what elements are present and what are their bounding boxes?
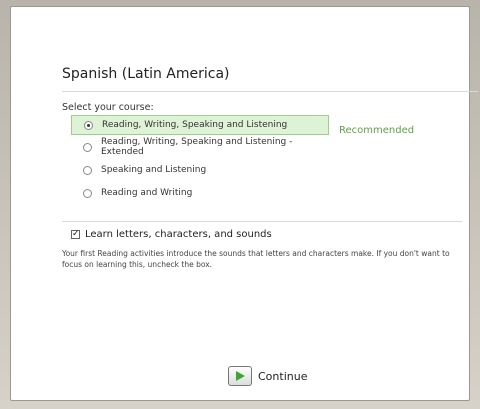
play-icon[interactable] bbox=[228, 366, 252, 386]
learn-sounds-description: Your first Reading activities introduce … bbox=[62, 249, 450, 269]
radio-icon[interactable] bbox=[83, 142, 92, 152]
radio-icon[interactable] bbox=[83, 165, 92, 175]
continue-label: Continue bbox=[258, 369, 308, 383]
select-course-label: Select your course: bbox=[62, 102, 154, 113]
page-title: Spanish (Latin America) bbox=[62, 66, 230, 82]
course-option-label: Reading, Writing, Speaking and Listening… bbox=[101, 137, 293, 157]
checkmark-icon[interactable]: ✓ bbox=[71, 230, 80, 239]
continue-button[interactable]: Continue bbox=[228, 366, 307, 386]
course-option-rwsl[interactable]: Reading, Writing, Speaking and Listening bbox=[71, 115, 329, 135]
learn-sounds-label: Learn letters, characters, and sounds bbox=[85, 229, 272, 240]
title-divider bbox=[62, 91, 478, 92]
radio-selected-icon[interactable] bbox=[84, 120, 93, 130]
course-panel: Spanish (Latin America) Select your cour… bbox=[10, 6, 478, 401]
course-option-reading-writing[interactable]: Reading and Writing bbox=[71, 183, 329, 203]
course-option-label: Reading, Writing, Speaking and Listening bbox=[102, 120, 288, 130]
course-option-speaking-listening[interactable]: Speaking and Listening bbox=[71, 160, 329, 180]
learn-sounds-checkbox[interactable]: ✓ Learn letters, characters, and sounds bbox=[71, 229, 272, 240]
recommended-label: Recommended bbox=[339, 125, 415, 136]
course-option-label: Reading and Writing bbox=[101, 188, 193, 198]
course-option-rwsl-extended[interactable]: Reading, Writing, Speaking and Listening… bbox=[71, 137, 329, 157]
course-option-label: Speaking and Listening bbox=[101, 165, 207, 175]
radio-icon[interactable] bbox=[83, 188, 92, 198]
section-divider bbox=[62, 221, 462, 222]
window-frame: Spanish (Latin America) Select your cour… bbox=[0, 0, 480, 409]
